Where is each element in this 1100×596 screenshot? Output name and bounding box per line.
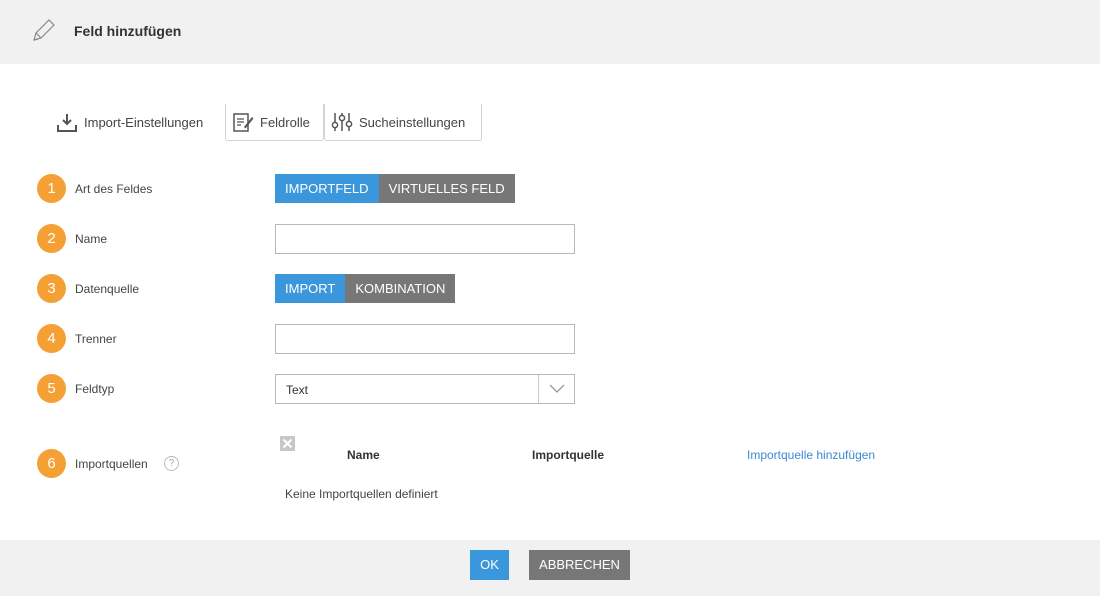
row-data-type: 5 Feldtyp Text [37, 374, 1077, 404]
chevron-down-icon[interactable] [538, 375, 574, 403]
data-type-label: Feldtyp [75, 382, 115, 396]
cancel-button[interactable]: ABBRECHEN [529, 550, 630, 580]
tab-import-settings[interactable]: Import-Einstellungen [52, 104, 224, 141]
dialog-title: Feld hinzufügen [74, 23, 182, 39]
pencil-icon [33, 19, 55, 41]
separator-input[interactable] [275, 324, 575, 354]
data-source-label: Datenquelle [75, 282, 140, 296]
step-number-badge: 4 [37, 324, 66, 353]
step-number-badge: 2 [37, 224, 66, 253]
name-input[interactable] [275, 224, 575, 254]
row-field-type: 1 Art des Feldes IMPORTFELD VIRTUELLES F… [37, 174, 1077, 204]
separator-label: Trenner [75, 332, 117, 346]
step-number-badge: 5 [37, 374, 66, 403]
import-sources-label: Importquellen [75, 457, 148, 471]
dialog-header: Feld hinzufügen [0, 0, 1100, 64]
download-icon [57, 113, 77, 132]
data-source-toggle: IMPORT KOMBINATION [275, 274, 456, 303]
tab-label: Import-Einstellungen [84, 115, 204, 130]
step-number-badge: 1 [37, 174, 66, 203]
step-number-badge: 3 [37, 274, 66, 303]
tab-search-settings[interactable]: Sucheinstellungen [324, 104, 482, 141]
option-importfeld-button[interactable]: IMPORTFELD [275, 174, 379, 203]
step-number-badge: 6 [37, 449, 66, 478]
data-type-select[interactable]: Text [275, 374, 575, 404]
row-separator: 4 Trenner [37, 324, 1077, 354]
option-import-button[interactable]: IMPORT [275, 274, 346, 303]
help-icon[interactable]: ? [164, 456, 179, 471]
sliders-icon [331, 113, 353, 131]
option-virtuelles-feld-button[interactable]: VIRTUELLES FELD [378, 174, 515, 203]
dialog-footer: OK ABBRECHEN [0, 540, 1100, 596]
column-header-import-source: Importquelle [532, 448, 605, 462]
row-name: 2 Name [37, 224, 1077, 254]
field-type-toggle: IMPORTFELD VIRTUELLES FELD [275, 174, 515, 203]
column-header-name: Name [347, 448, 380, 462]
field-type-label: Art des Feldes [75, 182, 153, 196]
row-data-source: 3 Datenquelle IMPORT KOMBINATION [37, 274, 1077, 304]
name-label: Name [75, 232, 108, 246]
edit-document-icon [233, 113, 254, 132]
data-type-selected-value: Text [286, 383, 309, 397]
add-import-source-link[interactable]: Importquelle hinzufügen [747, 448, 875, 462]
empty-state-text: Keine Importquellen definiert [285, 487, 438, 501]
tab-label: Sucheinstellungen [359, 114, 466, 130]
ok-button[interactable]: OK [470, 550, 509, 580]
tab-field-role[interactable]: Feldrolle [225, 104, 324, 141]
delete-all-checkbox-icon[interactable] [280, 436, 295, 451]
option-kombination-button[interactable]: KOMBINATION [345, 274, 456, 303]
tab-label: Feldrolle [260, 114, 310, 130]
